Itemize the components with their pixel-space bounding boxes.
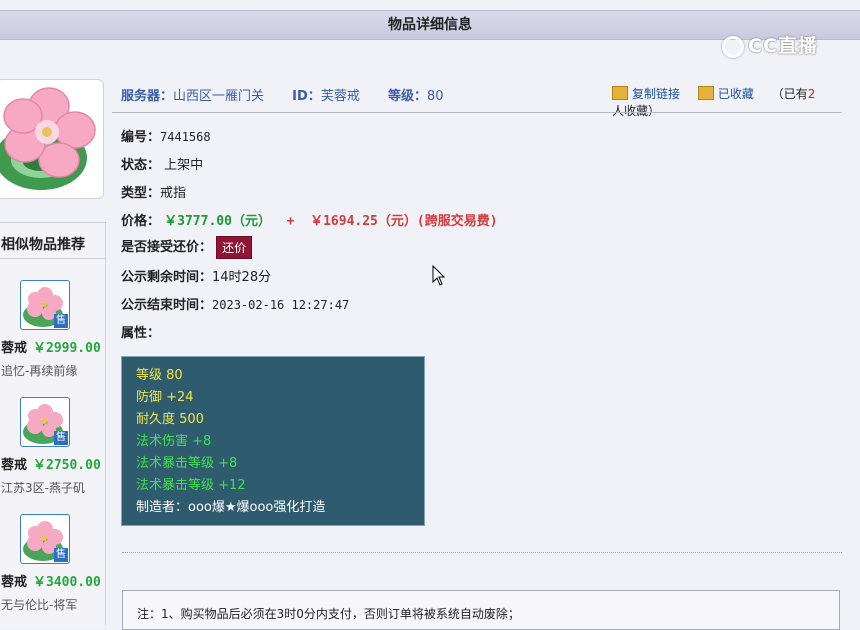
counter-offer-button[interactable]: 还价 bbox=[216, 236, 253, 259]
notice-text: 注：1、购买物品后必须在3时0分内支付，否则订单将被系统自动废除； bbox=[137, 607, 520, 621]
folder-link-icon bbox=[612, 86, 628, 100]
status-value: 上架中 bbox=[164, 158, 204, 173]
item-number: 7441568 bbox=[160, 130, 211, 144]
recommend-item[interactable]: 售 蓉戒 ￥2750.00 江苏3区-燕子矶 bbox=[0, 397, 105, 507]
counter-offer-row: 是否接受还价： 还价 bbox=[121, 236, 253, 259]
attribute-line: 法术伤害 +8 bbox=[136, 434, 212, 449]
copy-link-button[interactable]: 复制链接 bbox=[612, 86, 681, 101]
recommend-thumbnail[interactable]: 售 bbox=[20, 280, 70, 330]
item-image bbox=[0, 79, 104, 199]
recommend-server: 追忆-再续前缘 bbox=[1, 364, 78, 378]
recommend-name[interactable]: 蓉戒 bbox=[1, 571, 27, 590]
recommend-name[interactable]: 蓉戒 bbox=[1, 337, 27, 356]
level-label: 等级： bbox=[387, 89, 427, 104]
watermark-text: CC直播 bbox=[748, 35, 818, 57]
level-value: 80 bbox=[426, 89, 444, 104]
status-row: 状态： 上架中 bbox=[121, 158, 204, 173]
price-fee: ￥1694.25（元）(跨服交易费) bbox=[310, 214, 498, 229]
divider bbox=[112, 112, 842, 113]
item-info-bar: 服务器：山西区一雁门关 ID：芙蓉戒 等级：80 bbox=[121, 85, 444, 104]
recommend-item[interactable]: 售 蓉戒 ￥2999.00 追忆-再续前缘 bbox=[0, 280, 105, 390]
attribute-line: 耐久度 500 bbox=[136, 412, 204, 427]
id-label: ID： bbox=[292, 89, 321, 104]
mouse-cursor-icon bbox=[432, 265, 446, 286]
id-value: 芙蓉戒 bbox=[320, 89, 360, 104]
price-main: ￥3777.00（元） bbox=[164, 214, 271, 229]
attribute-line: 防御 +24 bbox=[136, 390, 194, 405]
remaining-time: 14时28分 bbox=[212, 270, 272, 285]
cc-live-watermark: CC直播 bbox=[722, 32, 834, 60]
sale-badge: 售 bbox=[54, 314, 68, 328]
number-row: 编号：7441568 bbox=[121, 130, 211, 145]
favorite-count-number: 2 bbox=[807, 87, 816, 101]
page-title: 物品详细信息 bbox=[388, 17, 472, 33]
sidebar-title: 相似物品推荐 bbox=[0, 223, 105, 259]
server-label: 服务器： bbox=[121, 89, 174, 104]
attribute-line: 法术暴击等级 +8 bbox=[136, 456, 238, 471]
end-time-row: 公示结束时间：2023-02-16 12:27:47 bbox=[121, 298, 350, 313]
cc-logo-icon bbox=[722, 35, 744, 58]
recommend-item[interactable]: 售 蓉戒 ￥3400.00 无与伦比-将军 bbox=[0, 514, 105, 624]
price-row: 价格： ￥3777.00（元） + ￥1694.25（元）(跨服交易费) bbox=[121, 214, 498, 229]
sale-badge: 售 bbox=[54, 548, 68, 562]
type-row: 类型：戒指 bbox=[121, 186, 187, 201]
recommend-server: 江苏3区-燕子矶 bbox=[1, 481, 85, 495]
attribute-row: 属性： bbox=[121, 322, 160, 341]
price-value: ￥3777.00（元） + ￥1694.25（元）(跨服交易费) bbox=[164, 214, 497, 229]
sale-badge: 售 bbox=[54, 431, 68, 445]
attribute-label: 属性： bbox=[121, 326, 161, 341]
recommend-price: ￥2750.00 bbox=[33, 458, 101, 473]
favorite-label: 已收藏 bbox=[717, 87, 754, 101]
recommend-thumbnail[interactable]: 售 bbox=[20, 397, 70, 447]
notice-box: 注：1、购买物品后必须在3时0分内支付，否则订单将被系统自动废除； bbox=[122, 590, 840, 630]
folder-star-icon bbox=[697, 86, 714, 100]
recommend-price: ￥2999.00 bbox=[33, 341, 101, 356]
maker-line: 制造者：ooo爆★爆ooo强化打造 bbox=[136, 500, 326, 515]
attribute-line: 法术暴击等级 +12 bbox=[136, 478, 246, 493]
item-actions: 复制链接 已收藏 （已有2人收藏） bbox=[612, 85, 860, 119]
recommend-server: 无与伦比-将军 bbox=[1, 598, 78, 612]
copy-link-label: 复制链接 bbox=[632, 87, 681, 101]
server-value: 山西区一雁门关 bbox=[173, 89, 265, 104]
recommend-price: ￥3400.00 bbox=[33, 575, 101, 590]
divider bbox=[122, 552, 842, 553]
price-plus: + bbox=[286, 214, 295, 229]
similar-items-sidebar: 相似物品推荐 售 蓉戒 ￥2999.00 追忆-再续前缘 售 蓉戒 ￥2750.… bbox=[0, 222, 106, 625]
recommend-name[interactable]: 蓉戒 bbox=[1, 454, 27, 473]
jade-ring-icon bbox=[0, 87, 96, 190]
type-value: 戒指 bbox=[160, 186, 187, 201]
favorite-button[interactable]: 已收藏 bbox=[697, 86, 754, 101]
remaining-time-row: 公示剩余时间：14时28分 bbox=[121, 270, 272, 285]
end-time: 2023-02-16 12:27:47 bbox=[212, 298, 350, 312]
attribute-line: 等级 80 bbox=[136, 368, 183, 383]
recommend-thumbnail[interactable]: 售 bbox=[20, 514, 70, 564]
attribute-box: 等级 80 防御 +24 耐久度 500 法术伤害 +8 法术暴击等级 +8 法… bbox=[121, 356, 425, 526]
